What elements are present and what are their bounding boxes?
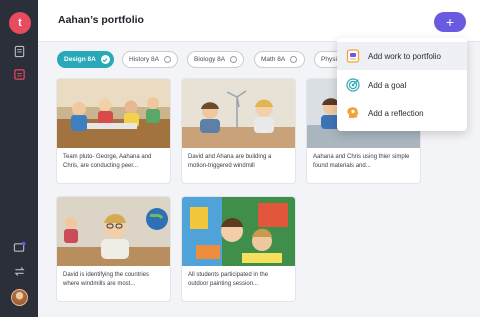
filter-pill-math[interactable]: Math 8A [254,51,305,68]
card-photo [57,79,170,148]
card-photo [182,79,295,148]
add-button[interactable]: + [434,12,466,32]
menu-item-label: Add a reflection [368,108,424,118]
menu-item-label: Add a goal [368,80,407,90]
radio-icon [290,56,298,63]
filter-pill-history[interactable]: History 8A [122,51,178,68]
filter-pill-biology[interactable]: Biology 8A [187,51,244,68]
filter-label: Biology 8A [194,56,226,63]
portfolio-card[interactable]: David and Ahana are building a motion-tr… [182,79,295,183]
card-caption: Aahana and Chris using thier simple foun… [313,154,410,169]
page-title: Aahan’s portfolio [58,14,144,26]
menu-item-add-work[interactable]: Add work to portfolio [337,42,467,70]
header: Aahan’s portfolio + [38,0,480,42]
portfolio-card[interactable]: All students participated in the outdoor… [182,197,295,301]
add-menu: Add work to portfolio Add a goal Add a r… [337,38,467,131]
card-caption: Team pluto- George, Aahana and Chris, ar… [63,154,152,169]
card-caption: All students participated in the outdoor… [188,272,269,287]
plus-icon: + [445,14,455,30]
portfolio-icon [346,49,360,63]
messages-icon[interactable] [12,240,27,255]
filter-label: History 8A [129,56,159,63]
user-avatar[interactable] [11,289,28,306]
check-icon [100,55,110,64]
filter-pill-design[interactable]: Design 8A [57,51,114,68]
portfolio-card[interactable]: David is identifying the countries where… [57,197,170,301]
card-caption: David and Ahana are building a motion-tr… [188,154,272,169]
portfolio-card[interactable]: Team pluto- George, Aahana and Chris, ar… [57,79,170,183]
document-icon[interactable] [12,44,27,59]
filter-label: Design 8A [64,56,96,63]
card-photo [57,197,170,266]
radio-icon [163,56,171,63]
switch-icon[interactable] [12,264,27,279]
menu-item-add-goal[interactable]: Add a goal [337,71,467,99]
target-icon [346,78,360,92]
portfolio-nav-icon[interactable] [12,67,27,82]
filter-label: Physi [321,56,337,63]
card-photo [182,197,295,266]
reflection-icon [346,106,360,120]
menu-item-label: Add work to portfolio [368,51,441,61]
app-logo[interactable]: t [9,12,31,34]
menu-item-add-reflection[interactable]: Add a reflection [337,99,467,127]
filter-label: Math 8A [261,56,286,63]
radio-icon [230,56,238,63]
card-caption: David is identifying the countries where… [63,272,150,287]
sidebar: t [0,0,38,317]
